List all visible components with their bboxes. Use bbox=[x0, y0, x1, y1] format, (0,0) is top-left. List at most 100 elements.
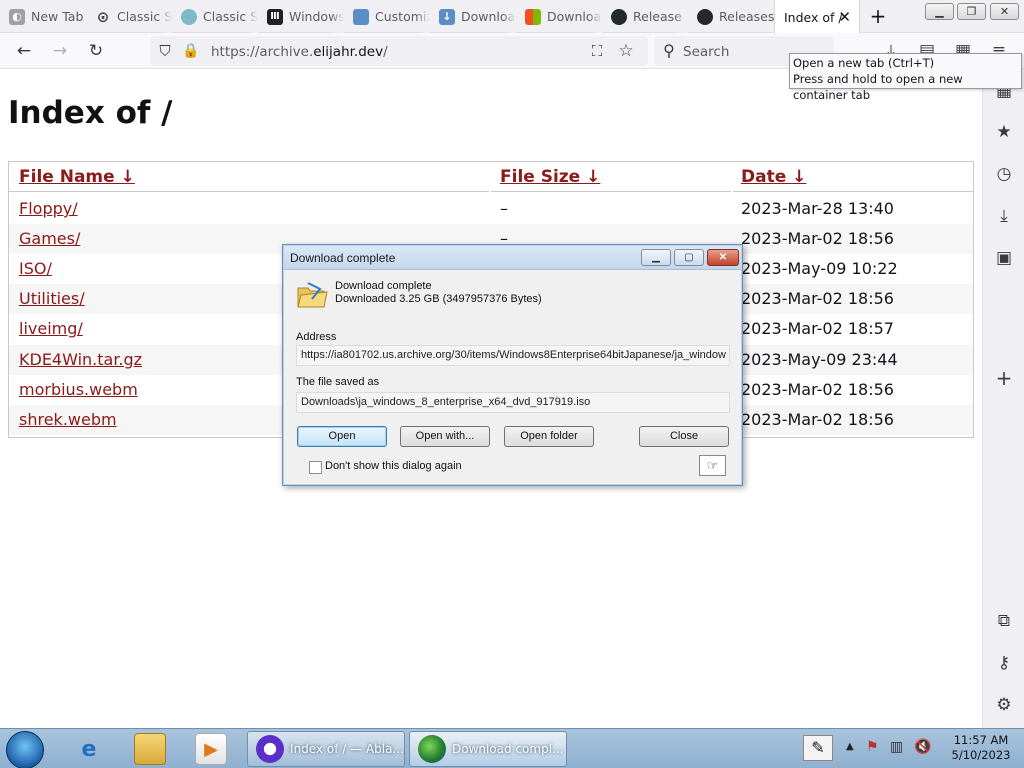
table-row: Floppy/ – 2023-Mar-28 13:40 bbox=[9, 194, 973, 224]
page-title: Index of / bbox=[8, 95, 173, 131]
restore-button[interactable]: ❐ bbox=[957, 3, 986, 20]
folder-download-icon bbox=[296, 279, 328, 311]
clock[interactable]: 11:57 AM 5/10/2023 bbox=[938, 733, 1024, 763]
table-header-row: File Name ↓ File Size ↓ Date ↓ bbox=[9, 162, 973, 192]
sort-by-name-link[interactable]: File Name ↓ bbox=[19, 167, 135, 187]
address-label: Address bbox=[296, 331, 337, 343]
sort-by-size-link[interactable]: File Size ↓ bbox=[500, 167, 600, 187]
sidebar-key-icon[interactable]: ⚷ bbox=[992, 651, 1016, 675]
close-tab-icon[interactable]: ✕ bbox=[838, 8, 851, 26]
volume-muted-icon[interactable]: 🔇 bbox=[914, 739, 931, 755]
file-link[interactable]: Floppy/ bbox=[19, 199, 78, 218]
file-explorer-icon[interactable] bbox=[134, 733, 166, 765]
saved-as-label: The file saved as bbox=[296, 376, 380, 388]
url-text[interactable]: https://archive.elijahr.dev/ bbox=[211, 44, 388, 60]
file-link[interactable]: ISO/ bbox=[19, 259, 52, 278]
tab-strip: ◐ New Tab ⊙ Classic Shell Classic Shell … bbox=[0, 0, 1024, 34]
show-hidden-icons-icon[interactable]: ▲ bbox=[846, 741, 854, 752]
image-icon bbox=[353, 8, 369, 25]
download-icon: ↓ bbox=[439, 8, 455, 25]
search-input[interactable]: Search bbox=[683, 44, 729, 60]
shell-icon bbox=[181, 8, 197, 25]
tab-classic-shell-2[interactable]: Classic Shell bbox=[172, 0, 258, 33]
file-link[interactable]: Games/ bbox=[19, 229, 80, 248]
window-close-button[interactable]: ✕ bbox=[990, 3, 1019, 20]
file-link[interactable]: morbius.webm bbox=[19, 380, 138, 399]
dialog-close-icon[interactable]: ✕ bbox=[707, 249, 739, 266]
file-date: 2023-May-09 23:44 bbox=[741, 350, 898, 369]
close-button[interactable]: Close bbox=[639, 426, 729, 447]
github-icon bbox=[697, 8, 713, 25]
lock-icon[interactable]: 🔒 bbox=[180, 40, 202, 62]
file-link[interactable]: KDE4Win.tar.gz bbox=[19, 350, 142, 369]
sidebar-history-icon[interactable]: ◷ bbox=[992, 162, 1016, 186]
back-arrow-icon[interactable]: ← bbox=[13, 40, 35, 62]
file-link[interactable]: shrek.webm bbox=[19, 410, 117, 429]
sidebar-extension-icon[interactable]: ⧉ bbox=[992, 609, 1016, 633]
browser-icon bbox=[256, 735, 284, 763]
sort-by-date-link[interactable]: Date ↓ bbox=[741, 167, 806, 187]
address-field[interactable]: https://ia801702.us.archive.org/30/items… bbox=[296, 345, 730, 366]
tab-release-2[interactable]: Release 2 bbox=[602, 0, 688, 33]
open-button[interactable]: Open bbox=[297, 426, 387, 447]
taskbar-item-download[interactable]: Download compl... bbox=[409, 731, 567, 767]
reload-icon[interactable]: ↻ bbox=[85, 40, 107, 62]
file-date: 2023-Mar-02 18:56 bbox=[741, 229, 894, 248]
download-manager-icon bbox=[418, 735, 446, 763]
internet-explorer-icon[interactable]: e bbox=[73, 733, 105, 765]
network-icon[interactable]: ▥ bbox=[890, 739, 903, 755]
file-size: – bbox=[500, 199, 508, 218]
file-date: 2023-Mar-28 13:40 bbox=[741, 199, 894, 218]
file-date: 2023-Mar-02 18:56 bbox=[741, 410, 894, 429]
sidebar-add-icon[interactable]: + bbox=[992, 366, 1016, 390]
windows-logo-icon bbox=[525, 8, 541, 25]
saved-as-field[interactable]: Downloads\ja_windows_8_enterprise_x64_dv… bbox=[296, 392, 730, 413]
start-button[interactable] bbox=[6, 731, 44, 768]
minimize-button[interactable]: ▁ bbox=[925, 3, 954, 20]
forward-arrow-icon[interactable]: → bbox=[49, 40, 71, 62]
tab-downloads-1[interactable]: ↓ Downloads bbox=[430, 0, 516, 33]
file-date: 2023-Mar-02 18:56 bbox=[741, 380, 894, 399]
file-date: 2023-May-09 10:22 bbox=[741, 259, 898, 278]
sidebar-downloads-icon[interactable]: ⤓ bbox=[992, 204, 1016, 228]
search-circle-icon: ⊙ bbox=[96, 7, 110, 26]
tab-customize[interactable]: Customize bbox=[344, 0, 430, 33]
github-icon bbox=[611, 8, 627, 25]
dialog-title: Download complete bbox=[290, 251, 396, 265]
url-bar[interactable]: ⛉ 🔒 https://archive.elijahr.dev/ ⛶ ☆ bbox=[150, 36, 648, 66]
sidebar-bookmarks-icon[interactable]: ★ bbox=[992, 120, 1016, 144]
open-folder-button[interactable]: Open folder bbox=[504, 426, 594, 447]
tab-classic-shell-1[interactable]: ⊙ Classic Shell bbox=[86, 0, 172, 33]
sidebar-settings-icon[interactable]: ⚙ bbox=[992, 693, 1016, 717]
bookmark-star-icon[interactable]: ☆ bbox=[615, 40, 637, 62]
tab-releases[interactable]: Releases bbox=[688, 0, 774, 33]
tab-downloads-2[interactable]: Downloads bbox=[516, 0, 602, 33]
file-date: 2023-Mar-02 18:57 bbox=[741, 319, 894, 338]
sidebar: ▦ ★ ◷ ⤓ ▣ + ⧉ ⚷ ⚙ bbox=[982, 69, 1024, 728]
shield-icon[interactable]: ⛉ bbox=[154, 40, 176, 62]
tab-index-of[interactable]: Index of / ✕ bbox=[774, 0, 860, 34]
action-center-icon[interactable]: ⚑ bbox=[866, 739, 879, 755]
system-tray: ✎ ▲ ⚑ ▥ 🔇 11:57 AM 5/10/2023 bbox=[800, 729, 1024, 768]
taskbar-item-browser[interactable]: Index of / — Abla... bbox=[247, 731, 405, 767]
file-link[interactable]: Utilities/ bbox=[19, 289, 85, 308]
dialog-minimize-button[interactable]: ▁ bbox=[641, 249, 671, 266]
file-date: 2023-Mar-02 18:56 bbox=[741, 289, 894, 308]
new-tab-tooltip: Open a new tab (Ctrl+T) Press and hold t… bbox=[789, 53, 1022, 102]
media-player-icon[interactable]: ▶ bbox=[195, 733, 227, 765]
open-with-button[interactable]: Open with... bbox=[400, 426, 490, 447]
tab-new-tab[interactable]: ◐ New Tab bbox=[0, 0, 86, 33]
firefox-icon: ◐ bbox=[9, 8, 25, 25]
download-complete-dialog: Download complete ▁ ▢ ✕ Download complet… bbox=[282, 244, 743, 486]
search-icon: ⚲ bbox=[663, 41, 675, 60]
tab-windows-8[interactable]: Ⅲ Windows 8 bbox=[258, 0, 344, 33]
new-tab-button[interactable]: + bbox=[866, 5, 890, 29]
file-link[interactable]: liveimg/ bbox=[19, 319, 83, 338]
dialog-titlebar[interactable]: Download complete ▁ ▢ ✕ bbox=[284, 246, 741, 270]
sidebar-synced-tabs-icon[interactable]: ▣ bbox=[992, 246, 1016, 270]
dialog-maximize-button[interactable]: ▢ bbox=[674, 249, 704, 266]
pen-input-icon[interactable]: ✎ bbox=[803, 735, 833, 761]
qr-scan-icon[interactable]: ⛶ bbox=[586, 40, 608, 62]
dont-show-checkbox[interactable] bbox=[309, 461, 322, 474]
drag-hand-icon[interactable]: ☞ bbox=[699, 455, 726, 476]
